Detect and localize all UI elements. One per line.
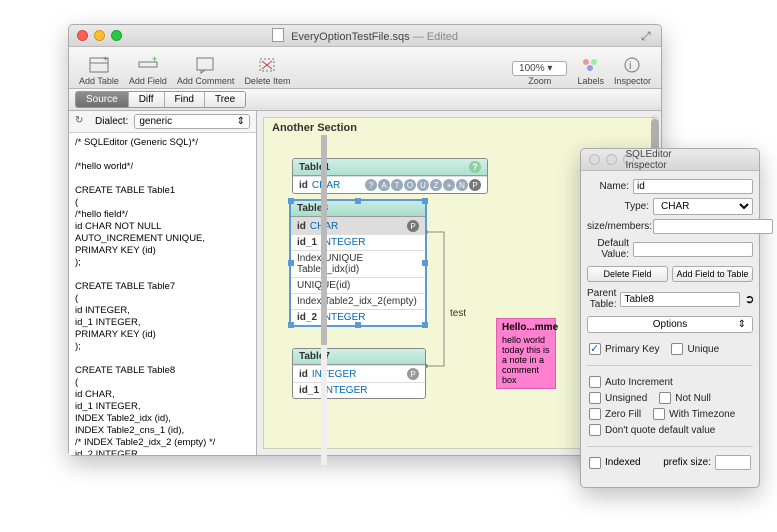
primary-key-checkbox[interactable] <box>589 343 601 355</box>
zoom-select[interactable]: 100% ▾ <box>512 61 567 76</box>
index-row[interactable]: Index UNIQUE Table2_idx(id) <box>291 250 425 277</box>
svg-text:+: + <box>103 56 108 64</box>
sql-source[interactable]: /* SQLEditor (Generic SQL)*/ /*hello wor… <box>69 133 256 455</box>
svg-text:+: + <box>152 56 157 64</box>
dialect-select[interactable]: generic⇕ <box>134 114 250 129</box>
tab-source[interactable]: Source <box>76 92 129 107</box>
zero-fill-checkbox[interactable] <box>589 408 601 420</box>
field-id[interactable]: id CHARP <box>291 217 425 234</box>
link-label: test <box>450 308 466 319</box>
minimize-inspector-button[interactable] <box>606 154 617 165</box>
size-label: size/members: <box>587 221 649 232</box>
main-toolbar: + Add Table + Add Field Add Comment Dele… <box>69 47 661 89</box>
zoom-control: 100% ▾ Zoom <box>508 61 571 86</box>
tab-tree[interactable]: Tree <box>205 92 245 107</box>
primary-key-icon: P <box>407 368 419 380</box>
primary-key-icon: P <box>407 220 419 232</box>
default-label: Default Value: <box>587 238 629 260</box>
svg-text:i: i <box>629 60 631 72</box>
index-row[interactable]: UNIQUE(id) <box>291 277 425 293</box>
field-id1[interactable]: id_1 INTEGER <box>293 382 425 398</box>
dialect-label: Dialect: <box>95 116 128 127</box>
window-filename: EveryOptionTestFile.sqs <box>291 31 410 43</box>
add-field-button[interactable]: + Add Field <box>125 54 171 86</box>
badge-icon: A <box>378 179 390 191</box>
field-id[interactable]: id INTEGERP <box>293 365 425 382</box>
comment-title: Hello...mme <box>502 322 550 333</box>
minimize-window-button[interactable] <box>94 30 105 41</box>
help-icon[interactable]: ? <box>469 161 481 173</box>
badge-icon: U <box>417 179 429 191</box>
window-title: EveryOptionTestFile.sqs — Edited <box>272 28 458 43</box>
badge-icon: O <box>404 179 416 191</box>
inspector-icon: i <box>621 54 643 76</box>
delete-item-button[interactable]: Delete Item <box>240 54 294 86</box>
comment-body: hello world today this is a note in a co… <box>502 335 550 385</box>
add-table-icon: + <box>88 54 110 76</box>
field-id1[interactable]: id_1 INTEGER <box>291 234 425 250</box>
name-input[interactable] <box>633 179 753 194</box>
primary-key-icon: P <box>469 179 481 191</box>
badge-icon: N <box>456 179 468 191</box>
table-table7[interactable]: Table7 id INTEGERP id_1 INTEGER <box>292 348 426 399</box>
labels-button[interactable]: Labels <box>573 54 608 86</box>
edited-label: Edited <box>427 31 458 43</box>
parent-input[interactable] <box>620 292 740 307</box>
goto-parent-icon[interactable]: ➲ <box>744 292 754 306</box>
tab-diff[interactable]: Diff <box>129 92 165 107</box>
not-null-checkbox[interactable] <box>659 392 671 404</box>
badge-icon: ? <box>365 179 377 191</box>
source-pane: ↻ Dialect: generic⇕ /* SQLEditor (Generi… <box>69 111 257 455</box>
with-timezone-checkbox[interactable] <box>653 408 665 420</box>
type-select[interactable]: CHAR <box>653 198 753 215</box>
badge-icon: Z <box>430 179 442 191</box>
options-select[interactable]: Options⇕ <box>587 316 753 333</box>
inspector-window: SQLEditor Inspector Name: Type: CHAR size… <box>580 148 760 488</box>
type-label: Type: <box>587 201 649 212</box>
refresh-icon[interactable]: ↻ <box>75 115 89 129</box>
tab-find[interactable]: Find <box>165 92 205 107</box>
dont-quote-checkbox[interactable] <box>589 424 601 436</box>
source-scrollbar[interactable] <box>321 135 327 465</box>
name-label: Name: <box>587 181 629 192</box>
titlebar: EveryOptionTestFile.sqs — Edited ⤢ <box>69 25 661 47</box>
zoom-window-button[interactable] <box>111 30 122 41</box>
prefix-size-input[interactable] <box>715 455 751 470</box>
section-label: Another Section <box>272 122 357 134</box>
fullscreen-icon[interactable]: ⤢ <box>641 29 655 43</box>
inspector-button[interactable]: i Inspector <box>610 54 655 86</box>
add-field-to-table-button[interactable]: Add Field to Table <box>672 266 753 282</box>
parent-label: Parent Table: <box>587 288 616 310</box>
inspector-title: SQLEditor Inspector <box>626 149 715 171</box>
delete-field-button[interactable]: Delete Field <box>587 266 668 282</box>
labels-icon <box>580 54 602 76</box>
unique-checkbox[interactable] <box>671 343 683 355</box>
add-table-button[interactable]: + Add Table <box>75 54 123 86</box>
badge-icon: T <box>391 179 403 191</box>
add-comment-button[interactable]: Add Comment <box>173 54 239 86</box>
delete-item-icon <box>256 54 278 76</box>
view-tabs: Source Diff Find Tree <box>69 89 661 111</box>
close-inspector-button[interactable] <box>589 154 600 165</box>
auto-increment-checkbox[interactable] <box>589 376 601 388</box>
close-window-button[interactable] <box>77 30 88 41</box>
indexed-checkbox[interactable] <box>589 457 601 469</box>
table-table8[interactable]: Table8 id CHARP id_1 INTEGER Index UNIQU… <box>290 200 426 326</box>
add-comment-icon <box>195 54 217 76</box>
add-field-icon: + <box>137 54 159 76</box>
badge-icon: + <box>443 179 455 191</box>
prefix-size-label: prefix size: <box>663 457 711 468</box>
size-input[interactable] <box>653 219 773 234</box>
comment-box[interactable]: Hello...mme hello world today this is a … <box>496 318 556 389</box>
default-input[interactable] <box>633 242 753 257</box>
index-row[interactable]: Index Table2_idx_2(empty) <box>291 293 425 309</box>
main-window: EveryOptionTestFile.sqs — Edited ⤢ + Add… <box>68 24 662 456</box>
document-icon <box>272 28 284 42</box>
unsigned-checkbox[interactable] <box>589 392 601 404</box>
